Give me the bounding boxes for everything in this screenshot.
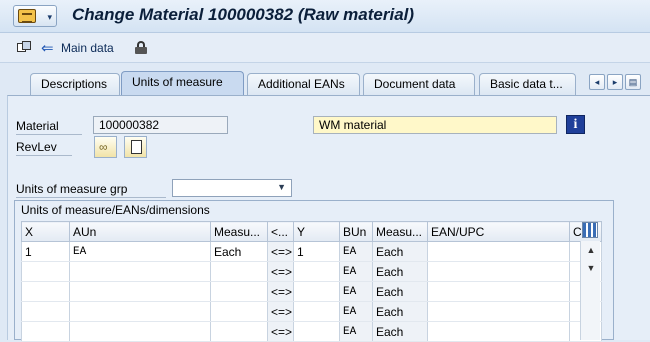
- cell-sign: <=>: [267, 321, 294, 342]
- units-of-measure-table: X AUn Measu... <... Y BUn Measu... EAN/U…: [21, 221, 602, 342]
- cell-x[interactable]: [21, 321, 70, 342]
- page-title: Change Material 100000382 (Raw material): [72, 5, 415, 24]
- cell-measure-base: Each: [372, 261, 428, 282]
- cell-bun: EA: [339, 301, 373, 322]
- table-row: <=> EA Each: [21, 281, 602, 302]
- tab-descriptions[interactable]: Descriptions: [30, 73, 120, 95]
- column-header[interactable]: <...: [267, 221, 294, 242]
- lock-icon[interactable]: [135, 41, 147, 54]
- cell-x[interactable]: [21, 261, 70, 282]
- column-header[interactable]: Y: [293, 221, 340, 242]
- label-underline: [16, 197, 166, 198]
- cell-measure-base: Each: [372, 321, 428, 342]
- column-settings-icon[interactable]: [582, 222, 598, 238]
- table-header-row: X AUn Measu... <... Y BUn Measu... EAN/U…: [21, 221, 602, 242]
- material-label: Material: [16, 119, 59, 133]
- table-row: 1 EA Each <=> 1 EA Each: [21, 241, 602, 262]
- cell-bun: EA: [339, 261, 373, 282]
- cell-ean[interactable]: [427, 281, 570, 302]
- cell-bun: EA: [339, 241, 373, 262]
- cell-measure: [210, 321, 268, 342]
- system-menu-icon: [18, 9, 36, 23]
- cell-measure: [210, 301, 268, 322]
- cell-measure-base: Each: [372, 281, 428, 302]
- tab-document-data[interactable]: Document data: [363, 73, 475, 95]
- cell-measure: [210, 281, 268, 302]
- cell-x[interactable]: [21, 301, 70, 322]
- material-description-field[interactable]: WM material: [313, 116, 557, 134]
- units-of-measure-group-select[interactable]: ▼: [172, 179, 292, 197]
- column-header[interactable]: Measu...: [210, 221, 268, 242]
- system-menu-button[interactable]: ▾: [13, 5, 57, 27]
- column-header[interactable]: EAN/UPC: [427, 221, 570, 242]
- column-header[interactable]: AUn: [69, 221, 211, 242]
- label-underline: [16, 155, 72, 156]
- column-header[interactable]: BUn: [339, 221, 373, 242]
- cell-aun[interactable]: EA: [69, 241, 211, 262]
- glasses-icon: ∞: [99, 140, 108, 154]
- tab-scroll-left-icon[interactable]: ◂: [589, 74, 605, 90]
- back-arrow-icon[interactable]: ⇐: [41, 39, 54, 57]
- cell-y[interactable]: [293, 321, 340, 342]
- new-document-button[interactable]: [124, 136, 147, 158]
- cell-sign: <=>: [267, 281, 294, 302]
- cell-measure: Each: [210, 241, 268, 262]
- material-field: 100000382: [93, 116, 228, 134]
- tab-scroll-right-icon[interactable]: ▸: [607, 74, 623, 90]
- cell-y[interactable]: [293, 281, 340, 302]
- cell-aun[interactable]: [69, 321, 211, 342]
- cell-ean[interactable]: [427, 301, 570, 322]
- cell-bun: EA: [339, 281, 373, 302]
- table-row: <=> EA Each: [21, 321, 602, 342]
- tab-basic-data-text[interactable]: Basic data t...: [479, 73, 576, 95]
- units-of-measure-group: Units of measure/EANs/dimensions X AUn M…: [14, 200, 614, 342]
- cell-measure: [210, 261, 268, 282]
- column-header[interactable]: X: [21, 221, 70, 242]
- cell-x[interactable]: 1: [21, 241, 70, 262]
- info-icon[interactable]: i: [566, 115, 585, 134]
- tab-list-icon[interactable]: ▤: [625, 74, 641, 90]
- tab-strip: Descriptions Units of measure Additional…: [0, 63, 650, 95]
- label-underline: [16, 134, 82, 135]
- document-icon: [131, 140, 142, 154]
- cell-bun: EA: [339, 321, 373, 342]
- cell-measure-base: Each: [372, 241, 428, 262]
- cell-y[interactable]: [293, 301, 340, 322]
- cell-sign: <=>: [267, 301, 294, 322]
- revlev-label: RevLev: [16, 140, 57, 154]
- column-header[interactable]: Measu...: [372, 221, 428, 242]
- table-row: <=> EA Each: [21, 261, 602, 282]
- cell-sign: <=>: [267, 261, 294, 282]
- title-bar: ▾ Change Material 100000382 (Raw materia…: [0, 0, 650, 33]
- cell-ean[interactable]: [427, 321, 570, 342]
- table-vertical-scrollbar[interactable]: ▲ ▼: [580, 241, 600, 340]
- cell-aun[interactable]: [69, 301, 211, 322]
- revision-level-button[interactable]: ∞: [94, 136, 117, 158]
- cell-ean[interactable]: [427, 261, 570, 282]
- scroll-up-icon[interactable]: ▲: [584, 243, 598, 257]
- table-row: <=> EA Each: [21, 301, 602, 322]
- cell-ean[interactable]: [427, 241, 570, 262]
- units-of-measure-group-label: Units of measure grp: [16, 182, 128, 196]
- cell-measure-base: Each: [372, 301, 428, 322]
- other-material-icon[interactable]: [17, 41, 31, 54]
- cell-aun[interactable]: [69, 281, 211, 302]
- cell-aun[interactable]: [69, 261, 211, 282]
- cell-y[interactable]: 1: [293, 241, 340, 262]
- main-data-button[interactable]: Main data: [61, 41, 114, 55]
- tab-additional-eans[interactable]: Additional EANs: [247, 73, 360, 95]
- cell-sign: <=>: [267, 241, 294, 262]
- group-title: Units of measure/EANs/dimensions: [21, 203, 210, 217]
- chevron-down-icon: ▾: [47, 12, 52, 22]
- scroll-down-icon[interactable]: ▼: [584, 261, 598, 275]
- app-toolbar: ⇐ Main data: [0, 33, 650, 63]
- chevron-down-icon: ▼: [277, 182, 286, 192]
- tab-units-of-measure[interactable]: Units of measure: [121, 71, 244, 95]
- cell-x[interactable]: [21, 281, 70, 302]
- cell-y[interactable]: [293, 261, 340, 282]
